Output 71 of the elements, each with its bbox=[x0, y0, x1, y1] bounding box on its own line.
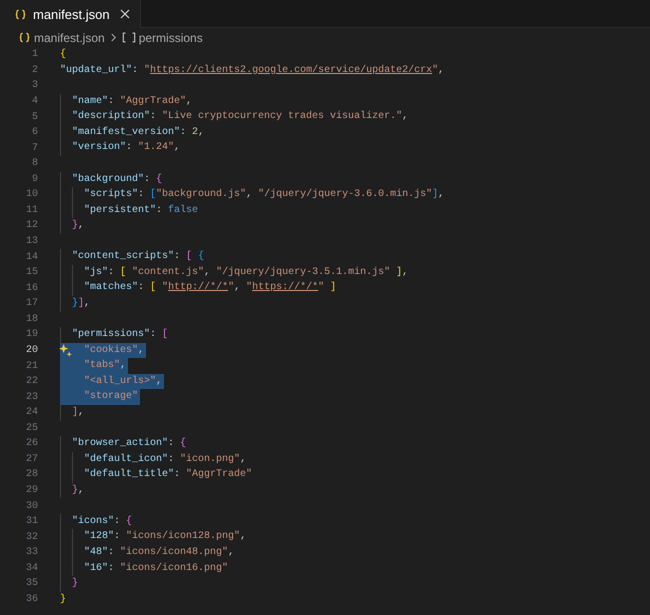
array-brackets-icon bbox=[122, 32, 136, 43]
close-icon[interactable] bbox=[120, 9, 130, 19]
line-number: 8 bbox=[30, 158, 38, 170]
editor-tab[interactable]: manifest.json bbox=[0, 0, 141, 28]
line-number: 11 bbox=[24, 204, 38, 216]
code-line: }, bbox=[71, 218, 86, 234]
code-line: "16": "icons/icon16.png" bbox=[83, 562, 230, 576]
code-line: "update_url": "https://clients2.google.com/service/update2/crx", bbox=[60, 64, 446, 78]
json-braces-icon bbox=[18, 32, 31, 43]
line-number: 21 bbox=[24, 360, 38, 372]
line-number: 19 bbox=[24, 329, 38, 340]
line-number: 20 bbox=[24, 344, 38, 356]
line-number: 29 bbox=[24, 485, 38, 496]
line-number: 25 bbox=[24, 422, 38, 434]
code-line: }, bbox=[71, 484, 86, 498]
code-line: "48": "icons/icon48.png", bbox=[83, 546, 236, 560]
code-line: "version": "1.24", bbox=[71, 140, 182, 156]
line-number: 1 bbox=[30, 49, 38, 60]
line-number: 31 bbox=[24, 516, 38, 528]
code-line: "icons": { bbox=[71, 514, 134, 529]
code-line: "default_icon": "icon.png", bbox=[83, 452, 248, 467]
code-line: "description": "Live cryptocurrency trades visualizer.", bbox=[71, 110, 410, 124]
code-line: "background": { bbox=[71, 172, 164, 187]
code-line: "persistent": false bbox=[83, 204, 200, 218]
code-line: ], bbox=[71, 406, 86, 420]
line-number: 5 bbox=[30, 112, 38, 123]
code-line: "128": "icons/icon128.png", bbox=[83, 530, 248, 544]
line-number: 22 bbox=[24, 376, 38, 388]
code-line: "name": "AggrTrade", bbox=[71, 94, 194, 109]
code-line: }], bbox=[71, 296, 92, 312]
breadcrumb-item[interactable]: permissions bbox=[138, 30, 203, 44]
line-number: 17 bbox=[24, 298, 38, 310]
line-number: 4 bbox=[30, 96, 38, 107]
line-number: 3 bbox=[30, 80, 38, 92]
line-number: 33 bbox=[24, 547, 38, 558]
code-line: } bbox=[60, 592, 68, 607]
line-number: 6 bbox=[30, 127, 38, 138]
line-number: 32 bbox=[24, 532, 38, 543]
line-number: 23 bbox=[24, 392, 38, 403]
line-number: 16 bbox=[24, 282, 38, 294]
line-number: 12 bbox=[24, 220, 38, 232]
code-line: } bbox=[71, 576, 80, 592]
line-number: 36 bbox=[24, 594, 38, 605]
line-number: 15 bbox=[24, 267, 38, 278]
line-number: 10 bbox=[24, 189, 38, 200]
sparkle-icon[interactable] bbox=[59, 344, 72, 357]
chevron-right-icon bbox=[110, 32, 117, 43]
line-number: 9 bbox=[30, 174, 38, 185]
line-number: 2 bbox=[30, 64, 38, 76]
line-number: 18 bbox=[24, 314, 38, 325]
line-number: 30 bbox=[24, 500, 38, 512]
json-braces-icon bbox=[14, 8, 27, 20]
line-number: 7 bbox=[30, 142, 38, 154]
code-line: "matches": [ "http://*/*", "https://*/*" ] bbox=[83, 280, 338, 296]
code-line: "js": [ "content.js", "/jquery/jquery-3.5.1.min.js" ], bbox=[83, 266, 410, 280]
line-number: 35 bbox=[24, 578, 38, 590]
line-number: 24 bbox=[24, 407, 38, 418]
code-line: "permissions": [ bbox=[71, 328, 170, 342]
line-number: 13 bbox=[24, 236, 38, 248]
line-number: 26 bbox=[24, 438, 38, 450]
code-line: { bbox=[60, 48, 68, 62]
code-line: "content_scripts": [ { bbox=[71, 250, 206, 264]
code-line: "scripts": ["background.js", "/jquery/jquery-3.6.0.min.js"], bbox=[83, 188, 446, 202]
line-number: 14 bbox=[24, 252, 38, 263]
code-line: "default_title": "AggrTrade" bbox=[83, 468, 254, 482]
code-line: "browser_action": { bbox=[71, 436, 188, 452]
breadcrumb-item[interactable]: manifest.json bbox=[34, 30, 105, 44]
line-number: 27 bbox=[24, 454, 38, 465]
line-number: 34 bbox=[24, 562, 38, 574]
line-number: 28 bbox=[24, 469, 38, 480]
code-line: "manifest_version": 2, bbox=[71, 126, 206, 140]
